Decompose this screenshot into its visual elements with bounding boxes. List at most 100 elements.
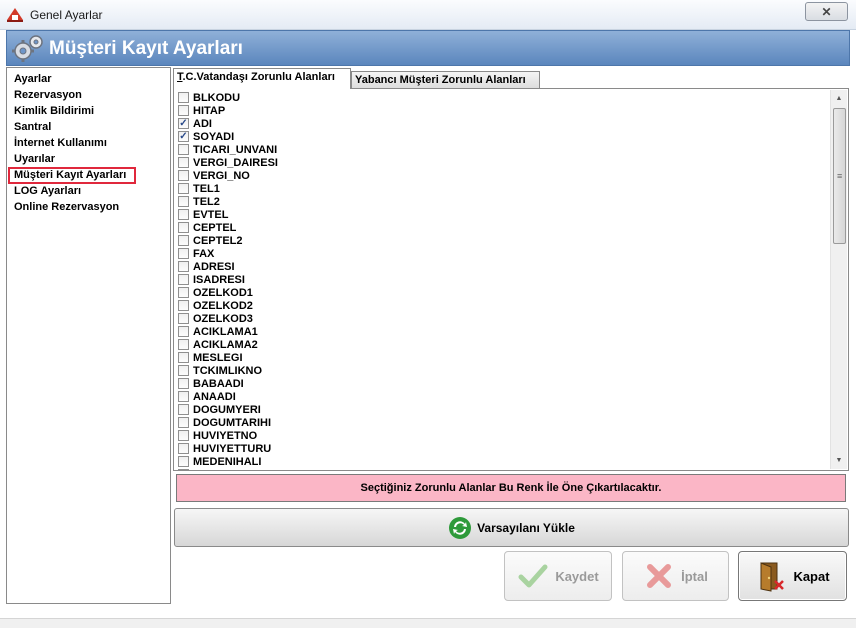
sidebar-item-uyarilar[interactable]: Uyarılar [7,151,170,167]
field-checkbox-row[interactable]: ANAADI [178,390,828,403]
field-checkbox-row[interactable]: VERGI_DAIRESI [178,156,828,169]
checkbox-unchecked[interactable] [178,92,189,103]
load-defaults-button[interactable]: Varsayılanı Yükle [174,508,849,547]
sidebar-item-online-rezervasyon[interactable]: Online Rezervasyon [7,199,170,215]
field-label: TCKIMLIKNO [193,364,263,377]
sidebar-item-musteri-kayit-ayarlari[interactable]: Müşteri Kayıt Ayarları [7,167,170,184]
sidebar-item-log-ayarlari[interactable]: LOG Ayarları [7,183,170,199]
field-checkbox-row[interactable]: TICARI_UNVANI [178,143,828,156]
window-titlebar: Genel Ayarlar ✕ [0,0,856,30]
tab-tc-vatandasi[interactable]: T.C.Vatandaşı Zorunlu Alanları [173,68,351,89]
checkbox-unchecked[interactable] [178,378,189,389]
sidebar-item-internet-kullanimi[interactable]: İnternet Kullanımı [7,135,170,151]
checkbox-unchecked[interactable] [178,443,189,454]
field-checkbox-row[interactable]: VERGI_NO [178,169,828,182]
sidebar-item-label: Ayarlar [14,73,52,85]
checkbox-unchecked[interactable] [178,196,189,207]
field-checkbox-row[interactable]: CEPTEL [178,221,828,234]
checkbox-unchecked[interactable] [178,261,189,272]
field-checkbox-row[interactable]: MESLEGI [178,351,828,364]
checkbox-unchecked[interactable] [178,365,189,376]
field-checkbox-row[interactable]: BABAADI [178,377,828,390]
field-checkbox-row[interactable]: ADRESI [178,260,828,273]
cancel-button[interactable]: İptal [622,551,729,601]
field-checkbox-row[interactable]: ACIKLAMA1 [178,325,828,338]
window-close-button[interactable]: ✕ [805,2,848,21]
field-label: FAX [193,247,215,260]
field-checkbox-row[interactable]: TEL2 [178,195,828,208]
checkbox-unchecked[interactable] [178,456,189,467]
field-checkbox-row[interactable]: ✓ SOYADI [178,130,828,143]
field-label: OZELKOD1 [193,286,253,299]
load-defaults-label: Varsayılanı Yükle [477,520,575,535]
field-label: DOGUMTARIHI [193,416,272,429]
field-checkbox-row[interactable]: CEPTEL2 [178,234,828,247]
checkbox-unchecked[interactable] [178,248,189,259]
field-checkbox-row[interactable]: ISADRESI [178,273,828,286]
field-checkbox-row[interactable]: DOGUMYERI [178,403,828,416]
checkbox-unchecked[interactable] [178,274,189,285]
required-fields-list: BLKODU HITAP ✓ ADI ✓ SOYADI TICARI_UNVANI VERGI… [178,91,828,470]
field-checkbox-row[interactable]: HUVIYETTURU [178,442,828,455]
scroll-up-icon[interactable]: ▲ [831,90,847,107]
field-checkbox-row[interactable]: FAX [178,247,828,260]
field-checkbox-row[interactable]: DOGUMTARIHI [178,416,828,429]
checkbox-unchecked[interactable] [178,391,189,402]
field-label: ISADRESI [193,273,245,286]
sidebar-item-rezervasyon[interactable]: Rezervasyon [7,87,170,103]
checkbox-unchecked[interactable] [178,170,189,181]
checkbox-unchecked[interactable] [178,144,189,155]
check-icon [518,564,548,588]
checkbox-unchecked[interactable] [178,183,189,194]
sidebar-item-santral[interactable]: Santral [7,119,170,135]
checkbox-checked[interactable]: ✓ [178,131,189,142]
field-checkbox-row[interactable]: TCKIMLIKNO [178,364,828,377]
field-checkbox-row[interactable]: HUVIYETNO [178,429,828,442]
vertical-scrollbar[interactable]: ▲ ≡ ▼ [830,90,847,469]
field-checkbox-row[interactable]: OZELKOD3 [178,312,828,325]
field-label: ADI [193,117,212,130]
checkbox-unchecked[interactable] [178,352,189,363]
checkbox-unchecked[interactable] [178,222,189,233]
scroll-down-icon[interactable]: ▼ [831,452,847,469]
checkbox-unchecked[interactable] [178,105,189,116]
field-checkbox-row[interactable]: BLKODU [178,91,828,104]
field-label: ACIKLAMA2 [193,338,258,351]
field-checkbox-row[interactable]: DINI [178,468,828,470]
field-checkbox-row[interactable]: HITAP [178,104,828,117]
checkbox-unchecked[interactable] [178,430,189,441]
field-label: VERGI_DAIRESI [193,156,278,169]
scrollbar-thumb[interactable]: ≡ [833,108,846,244]
tab-label: .C.Vatandaşı Zorunlu Alanları [182,71,335,83]
checkbox-unchecked[interactable] [178,404,189,415]
sidebar-item-kimlik-bildirimi[interactable]: Kimlik Bildirimi [7,103,170,119]
field-checkbox-row[interactable]: ✓ ADI [178,117,828,130]
checkbox-checked[interactable]: ✓ [178,118,189,129]
page-header: Müşteri Kayıt Ayarları [6,30,850,66]
checkbox-unchecked[interactable] [178,209,189,220]
tab-yabanci-musteri[interactable]: Yabancı Müşteri Zorunlu Alanları [351,71,540,89]
field-label: EVTEL [193,208,229,221]
checkbox-unchecked[interactable] [178,235,189,246]
field-checkbox-row[interactable]: EVTEL [178,208,828,221]
field-checkbox-row[interactable]: OZELKOD1 [178,286,828,299]
checkbox-unchecked[interactable] [178,326,189,337]
field-checkbox-row[interactable]: MEDENIHALI [178,455,828,468]
close-button[interactable]: Kapat [738,551,847,601]
field-checkbox-row[interactable]: TEL1 [178,182,828,195]
field-checkbox-row[interactable]: ACIKLAMA2 [178,338,828,351]
sidebar-item-label: Rezervasyon [14,89,82,101]
save-button[interactable]: Kaydet [504,551,612,601]
sidebar-item-ayarlar[interactable]: Ayarlar [7,71,170,87]
checkbox-unchecked[interactable] [178,313,189,324]
field-checkbox-row[interactable]: OZELKOD2 [178,299,828,312]
checkbox-unchecked[interactable] [178,417,189,428]
checkbox-unchecked[interactable] [178,287,189,298]
field-label: ACIKLAMA1 [193,325,258,338]
checkbox-unchecked[interactable] [178,157,189,168]
checkbox-unchecked[interactable] [178,300,189,311]
checkbox-unchecked[interactable] [178,469,189,470]
sidebar-item-label: Kimlik Bildirimi [14,105,95,117]
field-label: CEPTEL2 [193,234,243,247]
checkbox-unchecked[interactable] [178,339,189,350]
